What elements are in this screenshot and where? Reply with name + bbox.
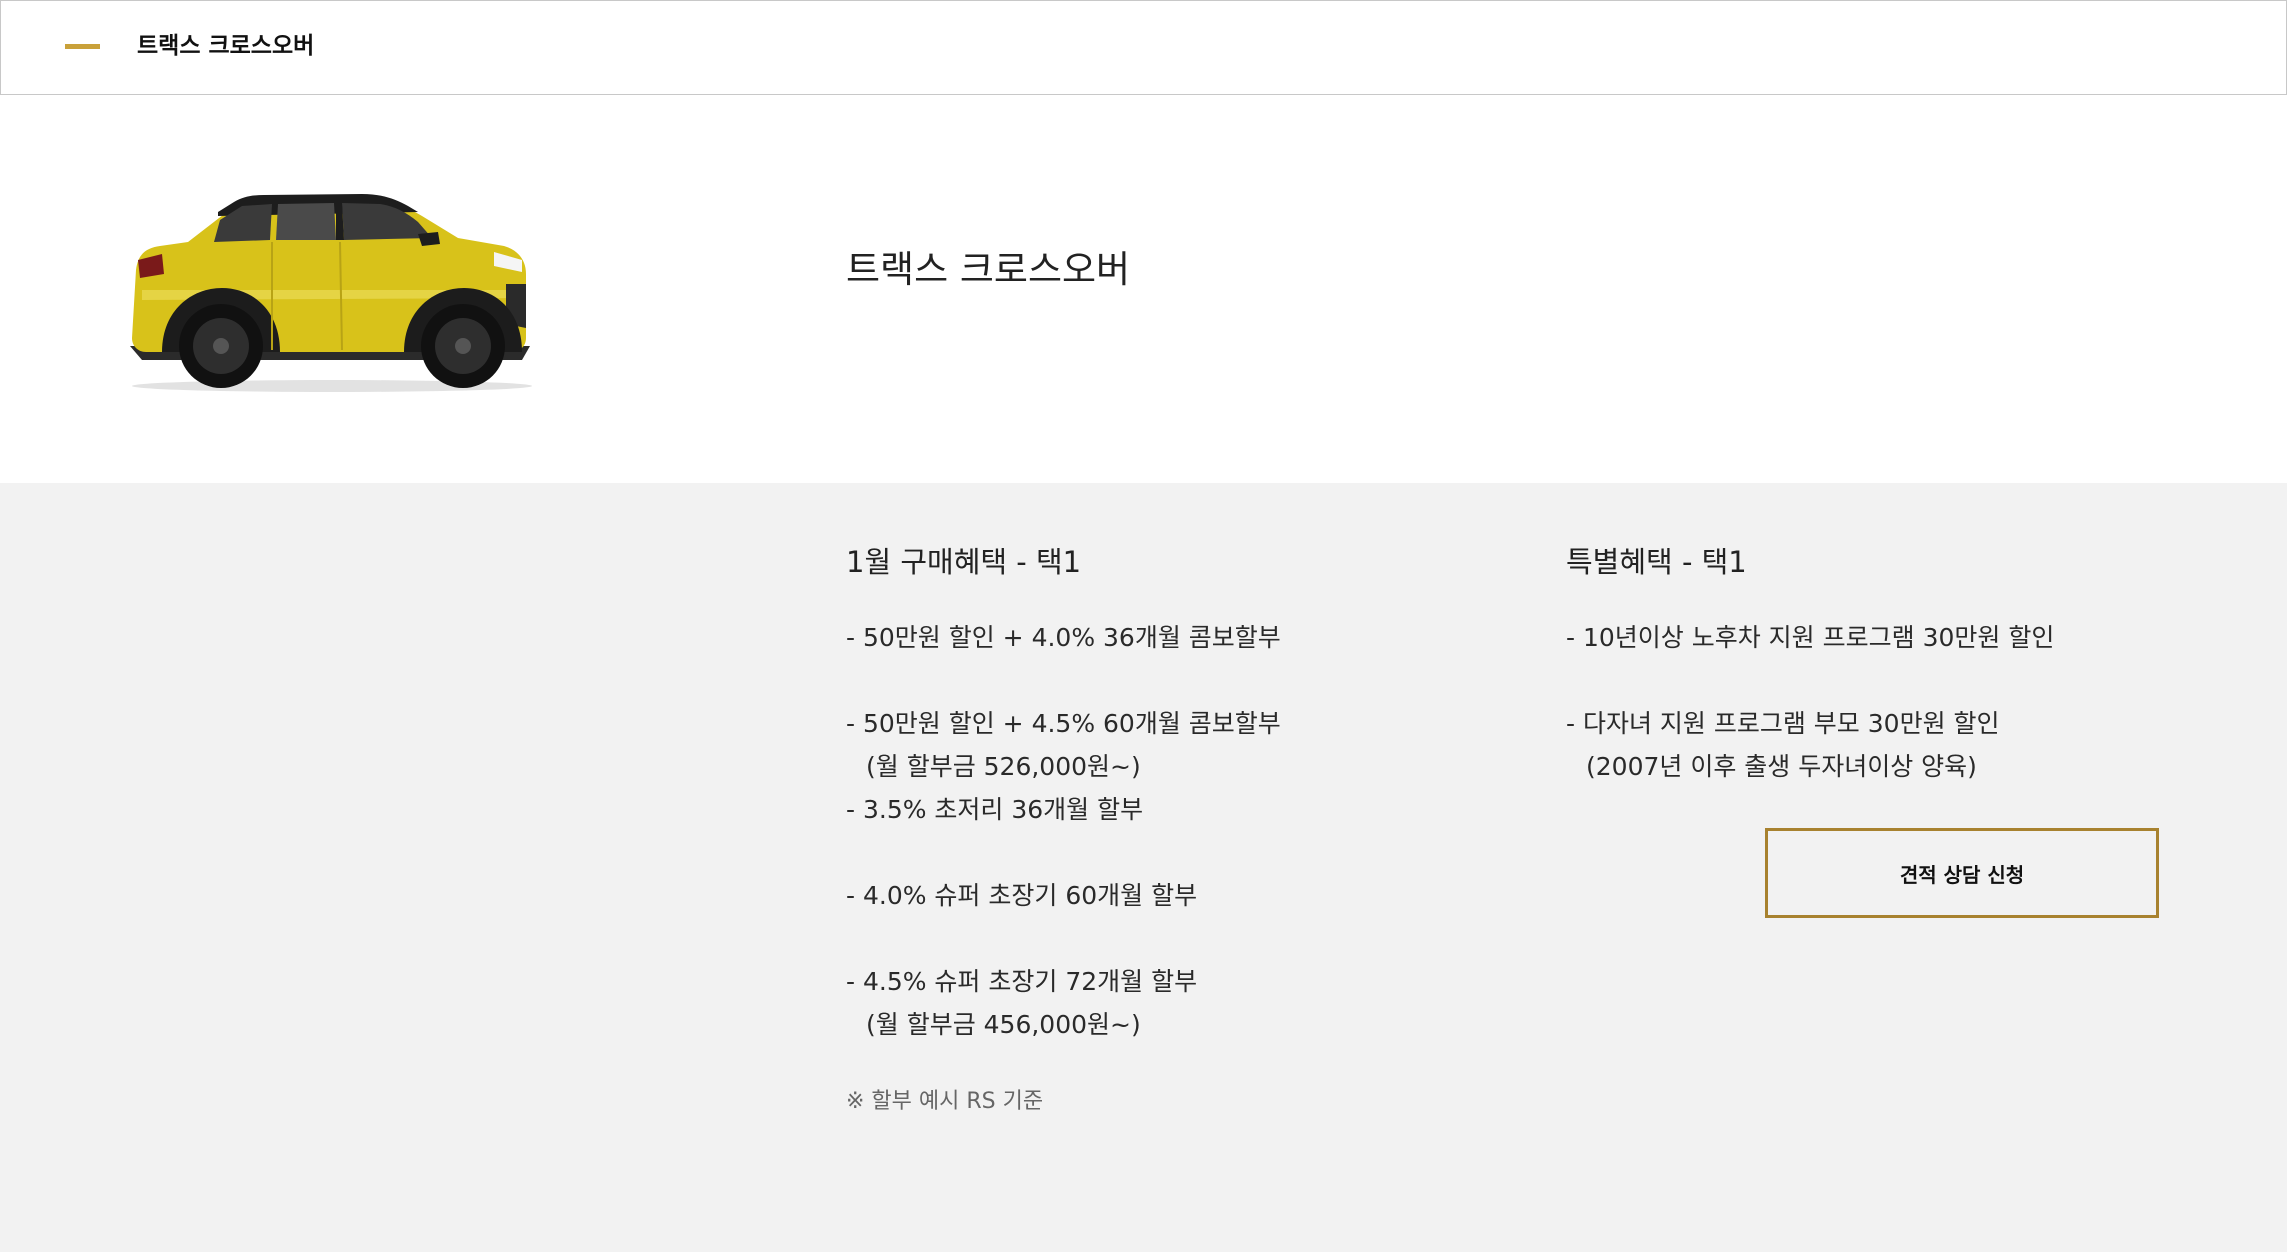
list-item: (월 할부금 456,000원~)	[866, 1010, 1141, 1039]
car-image	[122, 150, 542, 400]
top-bar: 트랙스 크로스오버	[0, 0, 2287, 95]
installment-note: ※ 할부 예시 RS 기준	[846, 1089, 1044, 1114]
special-benefits-heading: 특별혜택 - 택1	[1566, 545, 1747, 579]
list-gap	[846, 917, 1281, 960]
yellow-suv-icon	[130, 194, 532, 392]
list-item: - 다자녀 지원 프로그램 부모 30만원 할인	[1566, 709, 2000, 738]
special-benefits-list: - 10년이상 노후차 지원 프로그램 30만원 할인 - 다자녀 지원 프로그…	[1566, 616, 2054, 788]
list-item: - 50만원 할인 + 4.0% 36개월 콤보할부	[846, 623, 1281, 652]
list-item: - 10년이상 노후차 지원 프로그램 30만원 할인	[1566, 623, 2055, 652]
page-title: 트랙스 크로스오버	[137, 33, 315, 59]
list-item: (2007년 이후 출생 두자녀이상 양육)	[1586, 752, 1977, 781]
quote-request-button[interactable]: 견적 상담 신청	[1765, 828, 2159, 918]
monthly-benefits: 1월 구매혜택 - 택1 - 50만원 할인 + 4.0% 36개월 콤보할부 …	[846, 540, 1281, 1046]
list-gap	[846, 659, 1281, 702]
list-item: - 4.5% 슈퍼 초장기 72개월 할부	[846, 967, 1198, 996]
model-name: 트랙스 크로스오버	[846, 248, 1131, 291]
monthly-benefits-heading: 1월 구매혜택 - 택1	[846, 545, 1082, 579]
list-item: (월 할부금 526,000원~)	[866, 752, 1141, 781]
list-gap	[846, 831, 1281, 874]
list-gap	[1566, 659, 2054, 702]
list-item: - 3.5% 초저리 36개월 할부	[846, 795, 1144, 824]
title-accent-bar	[65, 44, 100, 49]
list-item: - 4.0% 슈퍼 초장기 60개월 할부	[846, 881, 1198, 910]
monthly-benefits-list: - 50만원 할인 + 4.0% 36개월 콤보할부 - 50만원 할인 + 4…	[846, 616, 1281, 1046]
list-item: - 50만원 할인 + 4.5% 60개월 콤보할부	[846, 709, 1281, 738]
special-benefits: 특별혜택 - 택1 - 10년이상 노후차 지원 프로그램 30만원 할인 - …	[1566, 540, 2054, 788]
